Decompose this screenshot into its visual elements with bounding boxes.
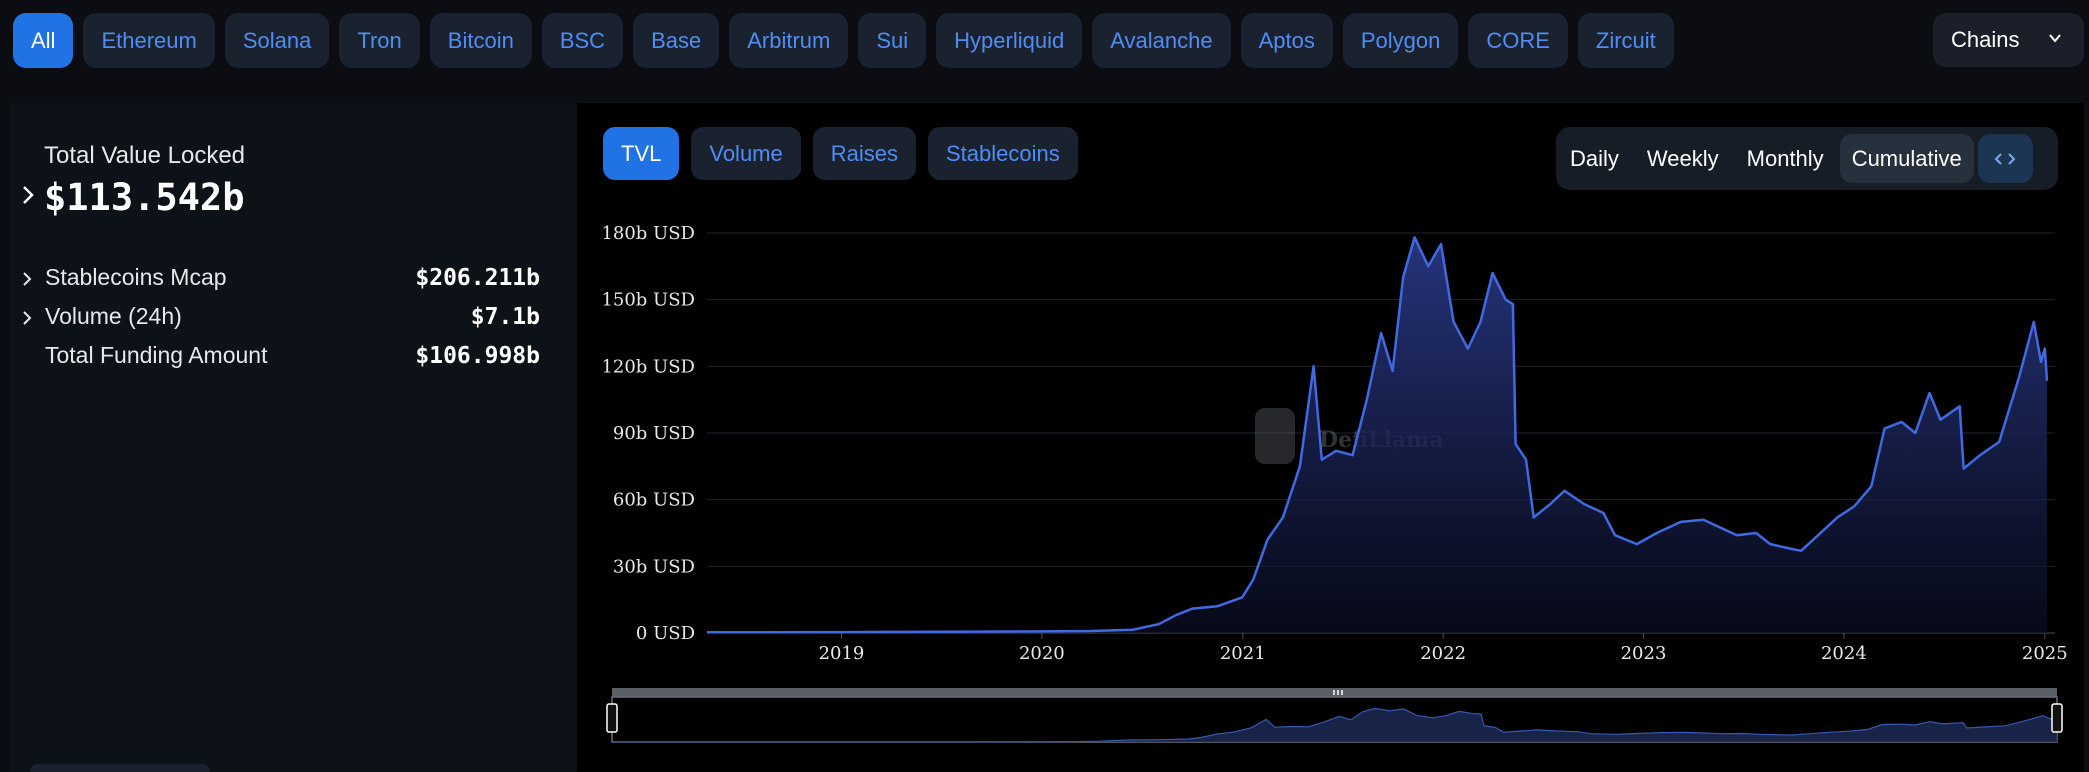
y-tick-label: 90b USD <box>613 423 695 444</box>
chain-filter-core[interactable]: CORE <box>1468 13 1568 68</box>
y-tick-label: 150b USD <box>601 290 695 311</box>
metric-label: Stablecoins Mcap <box>45 264 227 290</box>
x-tick-label: 2021 <box>1220 643 1266 664</box>
chevron-right-icon <box>23 272 32 286</box>
chain-filter-all[interactable]: All <box>13 13 74 68</box>
metric-value: $106.998b <box>415 343 540 369</box>
y-tick-label: 180b USD <box>601 223 695 244</box>
metric-label: Volume (24h) <box>45 303 182 329</box>
y-tick-label: 30b USD <box>613 556 695 577</box>
y-tick-label: 0 USD <box>636 623 695 644</box>
chains-dropdown[interactable]: Chains <box>1933 13 2084 67</box>
y-tick-label: 120b USD <box>601 356 695 377</box>
chain-filter-arbitrum[interactable]: Arbitrum <box>729 13 849 68</box>
tab-raises[interactable]: Raises <box>812 127 916 180</box>
grouping-monthly[interactable]: Monthly <box>1735 134 1836 183</box>
chevron-down-icon <box>2049 34 2061 43</box>
tvl-value: $113.542b <box>44 176 245 219</box>
chain-filter-sui[interactable]: Sui <box>858 13 927 68</box>
chevron-right-icon <box>23 311 32 325</box>
range-handle-left[interactable] <box>606 703 618 733</box>
metric-row-volume[interactable]: Volume (24h) $7.1b <box>20 301 540 335</box>
x-tick-label: 2023 <box>1621 643 1667 664</box>
metric-row-stablecoins-mcap[interactable]: Stablecoins Mcap $206.211b <box>20 262 540 296</box>
llama-logo-icon <box>1255 408 1295 464</box>
chain-filter-bar: All Ethereum Solana Tron Bitcoin BSC Base Arbit… <box>13 13 1674 68</box>
metric-tabs: TVL Volume Raises Stablecoins <box>603 127 1078 180</box>
x-tick-label: 2024 <box>1821 643 1867 664</box>
chain-filter-base[interactable]: Base <box>633 13 720 68</box>
tab-volume[interactable]: Volume <box>691 127 801 180</box>
tab-tvl[interactable]: TVL <box>603 127 680 180</box>
grouping-cumulative[interactable]: Cumulative <box>1839 134 1974 183</box>
metric-label: Total Funding Amount <box>45 342 268 368</box>
chain-filter-zircuit[interactable]: Zircuit <box>1577 13 1674 68</box>
chain-filter-aptos[interactable]: Aptos <box>1240 13 1333 68</box>
tvl-chart: 0 USD 30b USD 60b USD 90b USD 120b USD 150b U… <box>601 223 2068 743</box>
tvl-label: Total Value Locked <box>44 142 246 169</box>
chain-filter-polygon[interactable]: Polygon <box>1342 13 1459 68</box>
y-tick-label: 60b USD <box>613 490 695 511</box>
chain-filter-bitcoin[interactable]: Bitcoin <box>429 13 532 68</box>
embed-button[interactable] <box>1977 134 2033 183</box>
x-tick-label: 2025 <box>2022 643 2068 664</box>
tab-stablecoins[interactable]: Stablecoins <box>928 127 1078 180</box>
chain-filter-solana[interactable]: Solana <box>224 13 330 68</box>
chain-filter-tron[interactable]: Tron <box>339 13 420 68</box>
tvl-area <box>707 237 2047 633</box>
code-brackets-icon <box>1994 152 2016 165</box>
grouping-selector: Daily Weekly Monthly Cumulative <box>1556 127 2058 190</box>
chain-filter-ethereum[interactable]: Ethereum <box>83 13 215 68</box>
metric-value: $7.1b <box>470 304 540 330</box>
chain-filter-avalanche[interactable]: Avalanche <box>1092 13 1231 68</box>
grouping-daily[interactable]: Daily <box>1558 134 1631 183</box>
range-handle-right[interactable] <box>2051 703 2063 733</box>
chain-filter-bsc[interactable]: BSC <box>541 13 624 68</box>
metric-value: $206.211b <box>415 265 540 291</box>
chains-dropdown-label: Chains <box>1951 27 2020 52</box>
x-tick-label: 2019 <box>819 643 865 664</box>
x-tick-label: 2020 <box>1019 643 1065 664</box>
tvl-expand-chevron-icon[interactable] <box>21 184 35 206</box>
panel-tab-stub[interactable] <box>30 764 210 772</box>
chain-filter-hyperliquid[interactable]: Hyperliquid <box>936 13 1083 68</box>
metric-row-total-funding: Total Funding Amount $106.998b <box>20 340 540 374</box>
x-tick-label: 2022 <box>1420 643 1466 664</box>
grouping-weekly[interactable]: Weekly <box>1635 134 1731 183</box>
